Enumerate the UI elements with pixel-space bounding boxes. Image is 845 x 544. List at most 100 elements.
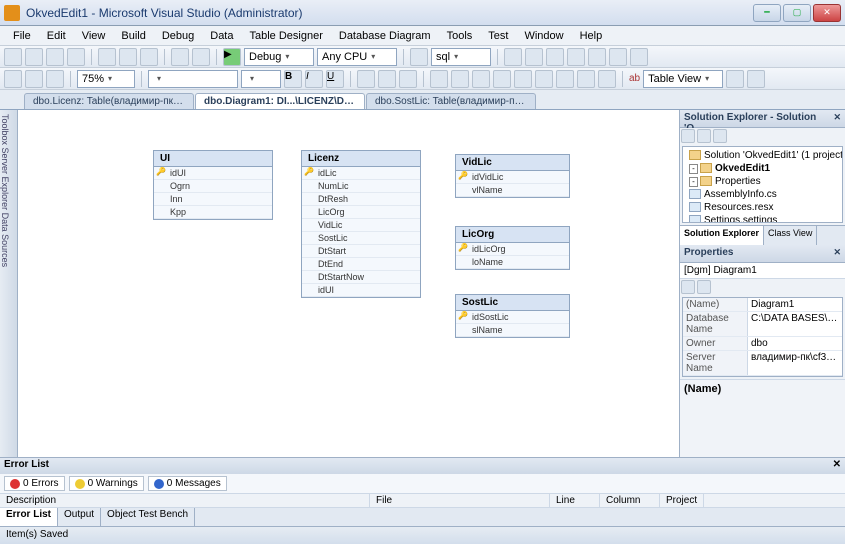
tab-diagram1[interactable]: dbo.Diagram1: DI...\LICENZ\DB.MDF)* xyxy=(195,93,365,109)
save-all-icon[interactable] xyxy=(67,48,85,66)
tab-object-test-bench[interactable]: Object Test Bench xyxy=(101,508,195,526)
align-icon[interactable] xyxy=(378,70,396,88)
close-button[interactable]: ✕ xyxy=(813,4,841,22)
col-description[interactable]: Description xyxy=(0,494,370,507)
tool-icon[interactable] xyxy=(609,48,627,66)
table-column[interactable]: idLicOrg xyxy=(456,243,569,256)
table-column[interactable]: idVidLic xyxy=(456,171,569,184)
table-column[interactable]: DtResh xyxy=(302,193,420,206)
property-value[interactable]: Diagram1 xyxy=(748,298,842,311)
errors-filter[interactable]: 0 Errors xyxy=(4,476,65,491)
tableview-combo[interactable]: Table View▾ xyxy=(643,70,723,88)
open-icon[interactable] xyxy=(25,48,43,66)
property-value[interactable]: владимир-пк\cf37a0 xyxy=(748,351,842,375)
tree-node[interactable]: -Properties xyxy=(685,175,840,188)
table-column[interactable]: Inn xyxy=(154,193,272,206)
menu-file[interactable]: File xyxy=(6,28,38,44)
save-icon[interactable] xyxy=(46,48,64,66)
diagram-canvas[interactable]: UIidUIOgrnInnKppLicenzidLicNumLicDtReshL… xyxy=(18,110,680,457)
cut-icon[interactable] xyxy=(98,48,116,66)
align-icon[interactable] xyxy=(399,70,417,88)
menu-table-designer[interactable]: Table Designer xyxy=(243,28,330,44)
tool-icon[interactable] xyxy=(451,70,469,88)
property-row[interactable]: Database NameC:\DATA BASES\LICE xyxy=(683,312,842,337)
tool-icon[interactable] xyxy=(504,48,522,66)
col-line[interactable]: Line xyxy=(550,494,600,507)
categorized-icon[interactable] xyxy=(681,280,695,294)
tool-icon[interactable] xyxy=(726,70,744,88)
tree-node[interactable]: Settings.settings xyxy=(685,214,840,223)
side-toolbox[interactable]: Toolbox Server Explorer Data Sources xyxy=(0,110,18,457)
table-column[interactable]: slName xyxy=(456,324,569,337)
ab-icon[interactable]: ab xyxy=(629,73,640,84)
tool-icon[interactable] xyxy=(525,48,543,66)
table-column[interactable]: vlName xyxy=(456,184,569,197)
col-file[interactable]: File xyxy=(370,494,550,507)
menu-test[interactable]: Test xyxy=(481,28,515,44)
diagram-table-licorg[interactable]: LicOrgidLicOrgloName xyxy=(455,226,570,270)
tool-icon[interactable] xyxy=(630,48,648,66)
size-combo[interactable]: ▾ xyxy=(241,70,281,88)
tool-icon[interactable] xyxy=(472,70,490,88)
undo-icon[interactable] xyxy=(171,48,189,66)
tool-icon[interactable] xyxy=(567,48,585,66)
tool-icon[interactable] xyxy=(577,70,595,88)
tool-icon[interactable] xyxy=(681,129,695,143)
tool-icon[interactable] xyxy=(430,70,448,88)
tool-icon[interactable] xyxy=(598,70,616,88)
table-header[interactable]: SostLic xyxy=(456,295,569,311)
tree-project[interactable]: -OkvedEdit1 xyxy=(685,162,840,175)
property-row[interactable]: Server Nameвладимир-пк\cf37a0 xyxy=(683,351,842,376)
copy-icon[interactable] xyxy=(119,48,137,66)
tool-icon[interactable] xyxy=(493,70,511,88)
align-icon[interactable] xyxy=(357,70,375,88)
menu-help[interactable]: Help xyxy=(573,28,610,44)
table-column[interactable]: Ogrn xyxy=(154,180,272,193)
menu-debug[interactable]: Debug xyxy=(155,28,201,44)
tool-icon[interactable] xyxy=(556,70,574,88)
maximize-button[interactable]: ▢ xyxy=(783,4,811,22)
table-header[interactable]: LicOrg xyxy=(456,227,569,243)
tab-error-list[interactable]: Error List xyxy=(0,508,58,526)
close-icon[interactable]: ✕ xyxy=(833,459,841,473)
tab-class-view[interactable]: Class View xyxy=(764,226,817,245)
diagram-table-sostlic[interactable]: SostLicidSostLicslName xyxy=(455,294,570,338)
property-row[interactable]: Ownerdbo xyxy=(683,337,842,351)
diagram-table-vidlic[interactable]: VidLicidVidLicvlName xyxy=(455,154,570,198)
close-icon[interactable]: ✕ xyxy=(833,112,841,125)
tab-sostlic-table[interactable]: dbo.SostLic: Table(владимир-пк\...\...) xyxy=(366,93,536,109)
font-combo[interactable]: ▾ xyxy=(148,70,238,88)
minimize-button[interactable]: ━ xyxy=(753,4,781,22)
table-column[interactable]: loName xyxy=(456,256,569,269)
tree-node[interactable]: Resources.resx xyxy=(685,201,840,214)
diagram-table-licenz[interactable]: LicenzidLicNumLicDtReshLicOrgVidLicSostL… xyxy=(301,150,421,298)
zoom-combo[interactable]: 75%▾ xyxy=(77,70,135,88)
solution-tree[interactable]: Solution 'OkvedEdit1' (1 project)-OkvedE… xyxy=(682,146,843,223)
config-combo[interactable]: Debug▾ xyxy=(244,48,314,66)
table-column[interactable]: idUI xyxy=(154,167,272,180)
find-combo[interactable]: sql▾ xyxy=(431,48,491,66)
tab-licenz-table[interactable]: dbo.Licenz: Table(владимир-пк\...\...) xyxy=(24,93,194,109)
table-column[interactable]: LicOrg xyxy=(302,206,420,219)
italic-icon[interactable]: I xyxy=(305,70,323,88)
tool-icon[interactable] xyxy=(535,70,553,88)
table-column[interactable]: NumLic xyxy=(302,180,420,193)
table-column[interactable]: idUI xyxy=(302,284,420,297)
property-row[interactable]: (Name)Diagram1 xyxy=(683,298,842,312)
menu-database-diagram[interactable]: Database Diagram xyxy=(332,28,438,44)
messages-filter[interactable]: 0 Messages xyxy=(148,476,227,491)
table-column[interactable]: Kpp xyxy=(154,206,272,219)
underline-icon[interactable]: U xyxy=(326,70,344,88)
col-column[interactable]: Column xyxy=(600,494,660,507)
alphabetical-icon[interactable] xyxy=(697,280,711,294)
properties-object[interactable]: [Dgm] Diagram1 xyxy=(680,263,845,279)
table-column[interactable]: DtEnd xyxy=(302,258,420,271)
menu-tools[interactable]: Tools xyxy=(440,28,480,44)
tool-icon[interactable] xyxy=(588,48,606,66)
table-header[interactable]: UI xyxy=(154,151,272,167)
col-project[interactable]: Project xyxy=(660,494,704,507)
properties-grid[interactable]: (Name)Diagram1Database NameC:\DATA BASES… xyxy=(682,297,843,377)
table-column[interactable]: DtStart xyxy=(302,245,420,258)
tool-icon[interactable] xyxy=(46,70,64,88)
paste-icon[interactable] xyxy=(140,48,158,66)
